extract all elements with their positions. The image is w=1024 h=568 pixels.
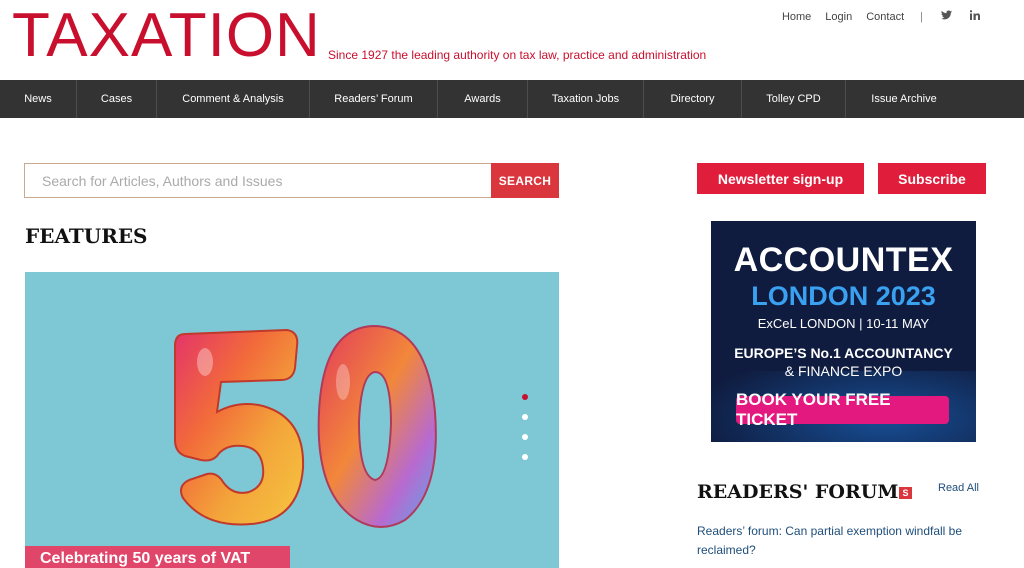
nav-item-awards[interactable]: Awards	[438, 80, 528, 118]
slider-dot-1[interactable]	[522, 394, 528, 400]
ad-city: LONDON 2023	[751, 281, 936, 311]
subscribe-button[interactable]: Subscribe	[878, 163, 986, 194]
slider-dot-3[interactable]	[522, 434, 528, 440]
ad-claim-line2: & FINANCE EXPO	[784, 363, 903, 379]
search-button[interactable]: SEARCH	[491, 163, 559, 198]
search-input[interactable]: Search for Articles, Authors and Issues	[24, 163, 491, 198]
slider-dots	[522, 394, 528, 474]
accountex-ad[interactable]: ACCOUNTEX LONDON 2023 ExCeL LONDON | 10-…	[711, 221, 976, 442]
read-all-link[interactable]: Read All	[938, 482, 979, 494]
home-link[interactable]: Home	[782, 11, 811, 23]
twitter-icon[interactable]	[941, 10, 952, 23]
nav-item-news[interactable]: News	[0, 80, 77, 118]
nav-item-directory[interactable]: Directory	[644, 80, 742, 118]
ad-ticket-button[interactable]: BOOK YOUR FREE TICKET	[736, 390, 949, 429]
site-tagline: Since 1927 the leading authority on tax …	[328, 48, 707, 62]
nav-item-issue-archive[interactable]: Issue Archive	[846, 80, 962, 118]
nav-item-comment-analysis[interactable]: Comment & Analysis	[157, 80, 310, 118]
nav-item-taxation-jobs[interactable]: Taxation Jobs	[528, 80, 644, 118]
login-link[interactable]: Login	[825, 11, 852, 23]
subscriber-badge: S	[899, 487, 912, 499]
feature-caption[interactable]: Celebrating 50 years of VAT	[25, 546, 290, 568]
ad-brand: ACCOUNTEX	[733, 241, 954, 279]
main-nav: News Cases Comment & Analysis Readers’ F…	[0, 80, 1024, 118]
feature-slider[interactable]: Celebrating 50 years of VAT	[25, 272, 559, 568]
balloon-50-image	[174, 324, 437, 528]
ad-claim-line1: EUROPE’S No.1 ACCOUNTANCY	[734, 345, 953, 361]
linkedin-icon[interactable]	[969, 10, 980, 23]
slider-dot-4[interactable]	[522, 454, 528, 460]
readers-forum-article-link[interactable]: Readers’ forum: Can partial exemption wi…	[697, 522, 987, 560]
site-logo[interactable]: TAXATION	[12, 4, 321, 68]
nav-item-readers-forum[interactable]: Readers’ Forum	[310, 80, 438, 118]
top-links: Home Login Contact |	[768, 10, 980, 23]
nav-item-cases[interactable]: Cases	[77, 80, 157, 118]
features-heading: FEATURES	[25, 224, 148, 248]
contact-link[interactable]: Contact	[866, 11, 904, 23]
ad-venue: ExCeL LONDON | 10-11 MAY	[757, 316, 930, 331]
divider: |	[920, 10, 923, 23]
slider-dot-2[interactable]	[522, 414, 528, 420]
readers-forum-heading: READERS' FORUM	[697, 481, 899, 503]
nav-item-tolley-cpd[interactable]: Tolley CPD	[742, 80, 846, 118]
newsletter-signup-button[interactable]: Newsletter sign-up	[697, 163, 864, 194]
